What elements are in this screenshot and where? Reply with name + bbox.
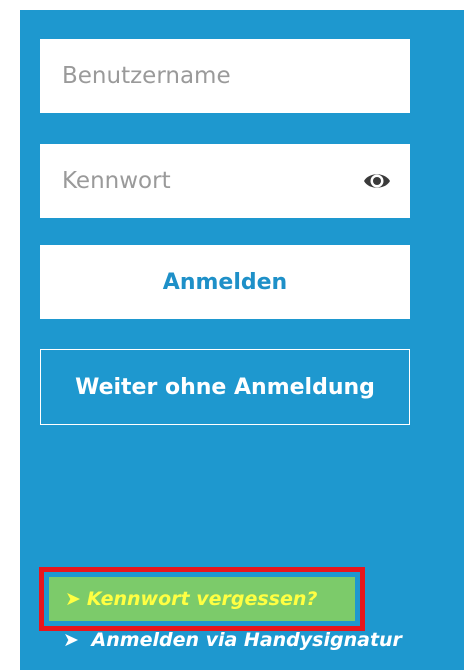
arrow-right-icon: ➤	[65, 588, 81, 610]
continue-without-login-button[interactable]: Weiter ohne Anmeldung	[40, 349, 410, 425]
handy-signature-link[interactable]: ➤ Anmelden via Handysignatur	[63, 626, 402, 654]
username-input[interactable]	[40, 39, 410, 113]
arrow-right-icon: ➤	[63, 629, 79, 651]
login-button[interactable]: Anmelden	[40, 245, 410, 319]
forgot-password-link[interactable]: ➤ Kennwort vergessen?	[49, 577, 355, 621]
login-panel: Anmelden Weiter ohne Anmeldung ➤ Kennwor…	[20, 10, 464, 670]
forgot-password-label: Kennwort vergessen?	[86, 588, 318, 610]
forgot-password-highlight: ➤ Kennwort vergessen?	[39, 567, 365, 631]
handy-signature-label: Anmelden via Handysignatur	[91, 629, 402, 651]
username-field[interactable]	[40, 39, 410, 113]
eye-icon[interactable]	[362, 168, 392, 194]
password-field[interactable]	[40, 144, 410, 218]
password-input[interactable]	[40, 144, 410, 218]
